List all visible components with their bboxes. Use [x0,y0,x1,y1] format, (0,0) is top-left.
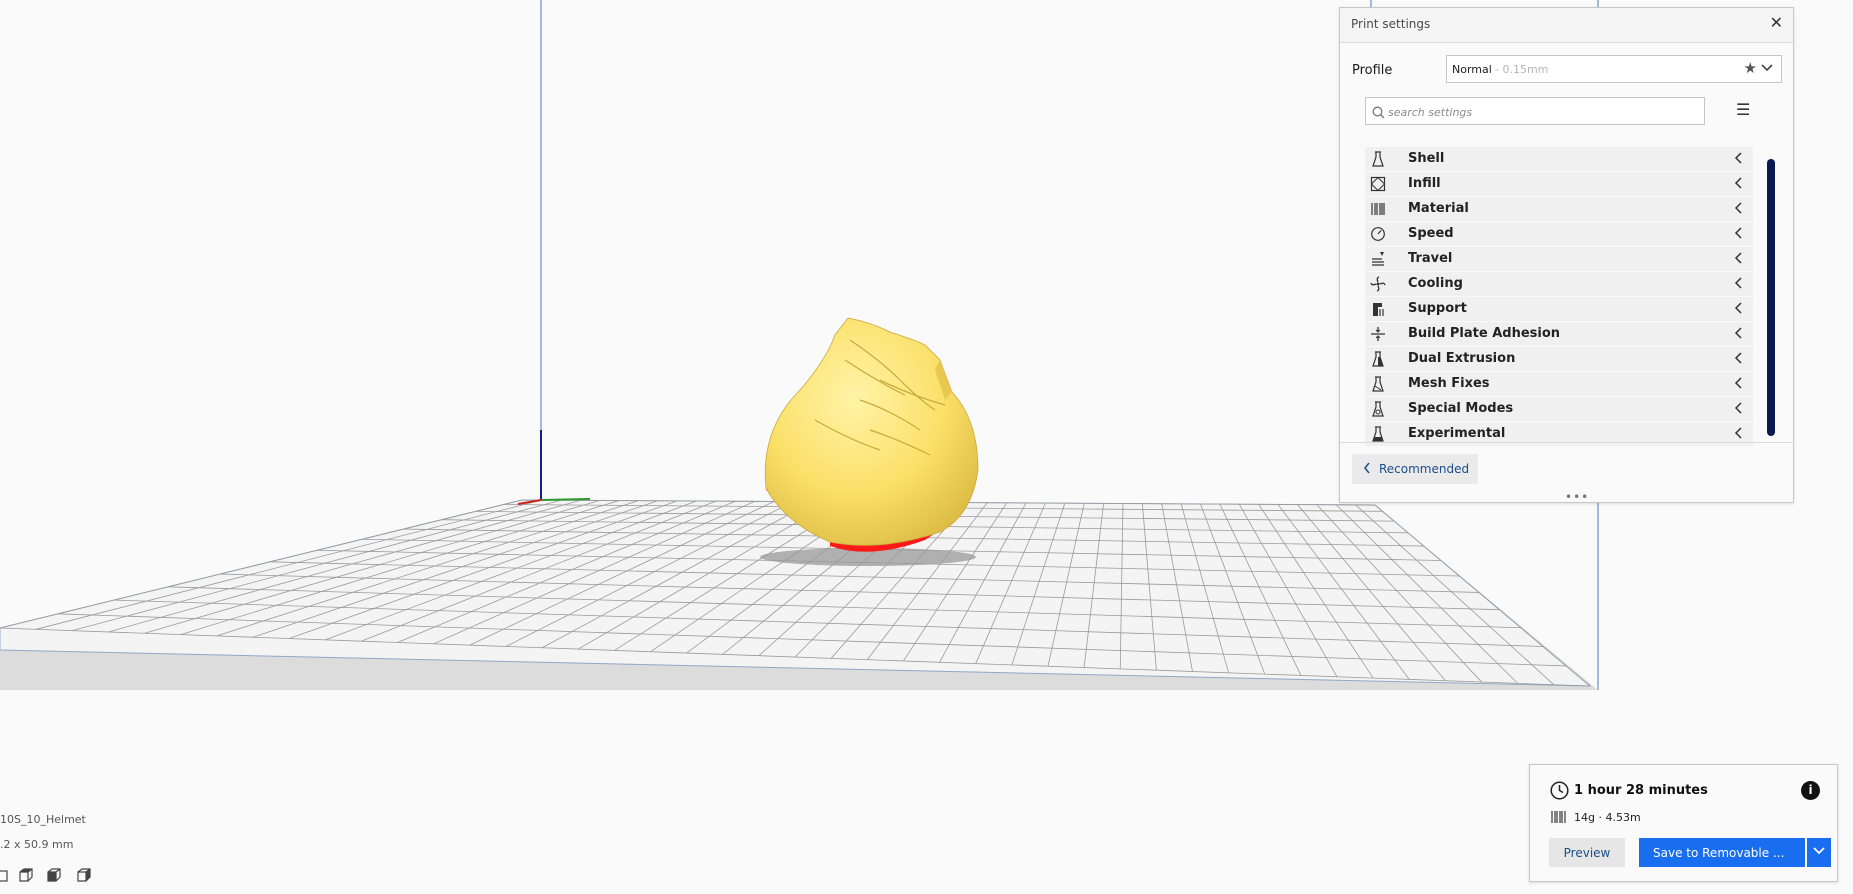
chevron-left-icon [1734,177,1742,189]
view-front-icon[interactable] [0,866,12,884]
y-axis [540,498,591,501]
mesh-fixes-icon [1372,376,1384,392]
print-summary-panel: 1 hour 28 minutes i 14g · 4.53m Preview … [1529,764,1838,882]
profile-select[interactable]: Normal - 0.15mm ★ [1446,55,1782,83]
chevron-left-icon [1734,352,1742,364]
recommended-label: Recommended [1379,462,1470,476]
category-build-plate-adhesion[interactable]: Build Plate Adhesion [1365,322,1753,346]
experimental-icon [1372,426,1384,442]
view-top-icon[interactable] [17,866,35,884]
chevron-left-icon [1734,327,1742,339]
chevron-left-icon [1364,462,1370,474]
category-label: Special Modes [1408,401,1514,416]
save-to-removable-button[interactable]: Save to Removable ... [1639,838,1805,867]
category-label: Dual Extrusion [1408,351,1516,366]
chevron-left-icon [1734,302,1742,314]
cooling-icon [1370,276,1386,292]
recommended-button[interactable]: Recommended [1352,454,1478,484]
material-usage: 14g · 4.53m [1574,811,1641,824]
filament-icon [1551,811,1566,823]
chevron-down-icon [1813,847,1825,855]
category-dual-extrusion[interactable]: Dual Extrusion [1365,347,1753,371]
category-special-modes[interactable]: Special Modes [1365,397,1753,421]
chevron-left-icon [1734,377,1742,389]
category-mesh-fixes[interactable]: Mesh Fixes [1365,372,1753,396]
travel-icon [1372,252,1384,266]
dual-extrusion-icon [1372,351,1384,367]
chevron-left-icon [1734,277,1742,289]
speed-icon [1371,227,1385,241]
profile-layer-height: - 0.15mm [1495,63,1549,76]
settings-menu-icon[interactable]: ☰ [1736,100,1750,119]
close-icon[interactable]: ✕ [1770,15,1783,31]
object-dimensions: .2 x 50.9 mm [0,838,74,851]
profile-label: Profile [1352,63,1393,78]
category-label: Infill [1408,176,1441,191]
search-input[interactable] [1386,101,1700,123]
chevron-left-icon [1734,152,1742,164]
build-plate-adhesion-icon [1371,327,1385,341]
scrollbar-thumb[interactable] [1767,159,1775,436]
object-name: 10S_10_Helmet [0,813,86,826]
category-infill[interactable]: Infill [1365,172,1753,196]
view-right-icon[interactable] [75,866,93,884]
support-icon [1373,303,1384,316]
category-label: Material [1408,201,1469,216]
category-label: Speed [1408,226,1454,241]
category-label: Build Plate Adhesion [1408,326,1561,341]
category-shell[interactable]: Shell [1365,147,1753,171]
info-icon[interactable]: i [1801,781,1820,800]
chevron-left-icon [1734,252,1742,264]
category-label: Cooling [1408,276,1463,291]
material-icon [1371,203,1385,215]
category-label: Travel [1408,251,1453,266]
view-left-icon[interactable] [45,866,63,884]
chevron-left-icon [1734,227,1742,239]
chevron-down-icon [1761,61,1773,76]
category-label: Mesh Fixes [1408,376,1490,391]
preview-button[interactable]: Preview [1549,838,1625,867]
chevron-left-icon [1734,202,1742,214]
search-icon [1372,104,1385,123]
category-label: Support [1408,301,1467,316]
panel-header: Print settings ✕ [1340,8,1793,43]
category-cooling[interactable]: Cooling [1365,272,1753,296]
chevron-left-icon [1734,427,1742,439]
divider [1340,442,1793,443]
build-plate [0,499,1598,690]
infill-icon [1370,176,1386,192]
settings-category-list: Shell Infill Material Speed Travel Cooli… [1365,147,1753,447]
category-label: Shell [1408,151,1445,166]
category-support[interactable]: Support [1365,297,1753,321]
helmet-model[interactable] [764,317,979,552]
category-travel[interactable]: Travel [1365,247,1753,271]
print-settings-panel: Print settings ✕ Profile Normal - 0.15mm… [1339,7,1794,504]
chevron-left-icon [1734,402,1742,414]
profile-name: Normal [1452,63,1492,76]
shell-icon [1372,151,1384,167]
clock-icon [1550,781,1569,800]
search-box[interactable] [1365,97,1705,125]
special-modes-icon [1372,401,1384,417]
category-label: Experimental [1408,426,1506,441]
print-time: 1 hour 28 minutes [1574,783,1708,798]
star-icon[interactable]: ★ [1744,59,1757,77]
category-material[interactable]: Material [1365,197,1753,221]
save-options-dropdown[interactable] [1807,838,1831,867]
category-speed[interactable]: Speed [1365,222,1753,246]
resize-handle[interactable]: ••• [1565,490,1589,504]
panel-title: Print settings [1351,17,1431,31]
